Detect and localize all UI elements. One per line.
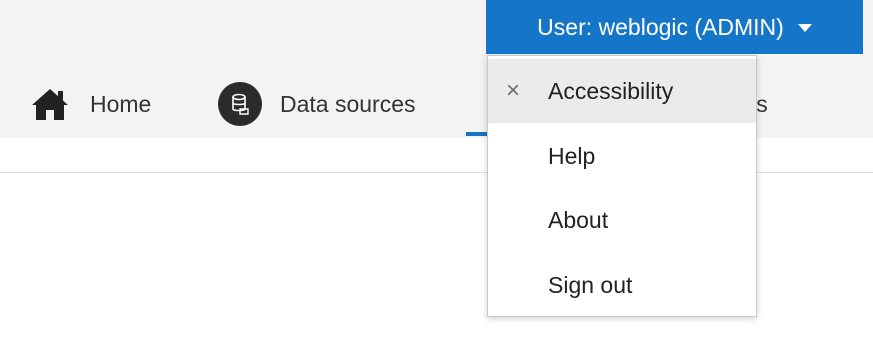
menu-item-label: About (548, 206, 609, 233)
menu-item-label: Help (548, 142, 596, 169)
menu-item-help[interactable]: Help (488, 124, 756, 188)
home-icon (28, 84, 72, 124)
tab-home-label: Home (90, 90, 152, 117)
active-tab-indicator (466, 132, 488, 136)
user-menu-label: User: weblogic (ADMIN) (537, 13, 784, 40)
tab-home[interactable]: Home (28, 72, 151, 136)
menu-item-label: Sign out (548, 271, 633, 298)
tab-data-sources[interactable]: Data sources (218, 72, 416, 136)
database-icon (218, 82, 262, 126)
tab-data-sources-label: Data sources (280, 90, 416, 117)
menu-item-label: Accessibility (548, 77, 674, 104)
menu-item-accessibility[interactable]: × Accessibility (488, 59, 756, 123)
close-icon: × (506, 77, 521, 104)
user-menu-button[interactable]: User: weblogic (ADMIN) (486, 0, 863, 54)
menu-item-sign-out[interactable]: Sign out (488, 253, 756, 317)
menu-item-about[interactable]: About (488, 188, 756, 252)
user-dropdown-menu: × Accessibility Help About Sign out (487, 55, 757, 317)
caret-down-icon (797, 24, 812, 32)
